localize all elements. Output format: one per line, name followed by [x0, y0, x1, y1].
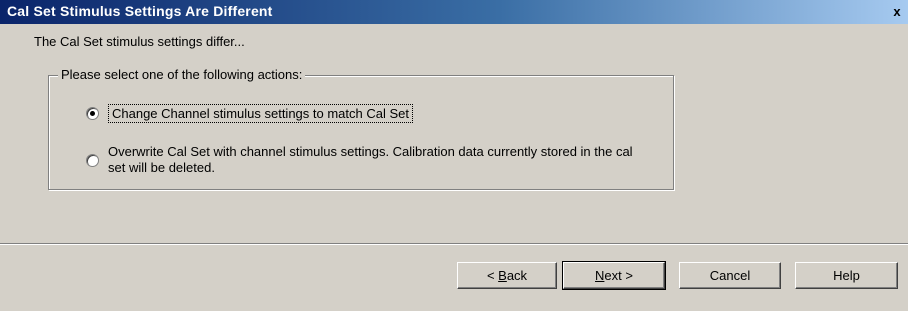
dialog-title: Cal Set Stimulus Settings Are Different [7, 3, 273, 19]
back-rest: ack [506, 268, 528, 283]
radio-overwrite-cal-set[interactable] [86, 154, 99, 167]
radio-change-channel[interactable] [86, 107, 99, 120]
next-mnemonic: N [595, 268, 605, 283]
back-mnemonic: B [498, 268, 507, 283]
cal-set-dialog: Cal Set Stimulus Settings Are Different … [0, 0, 908, 311]
cancel-button[interactable]: Cancel [679, 262, 781, 289]
title-bar[interactable]: Cal Set Stimulus Settings Are Different … [0, 0, 908, 24]
back-prefix: < [486, 268, 499, 283]
option-change-channel[interactable]: Change Channel stimulus settings to matc… [86, 104, 413, 123]
option-overwrite-cal-set[interactable]: Overwrite Cal Set with channel stimulus … [86, 144, 648, 176]
next-rest: ext > [604, 268, 633, 283]
intro-text: The Cal Set stimulus settings differ... [34, 34, 245, 49]
actions-group-legend: Please select one of the following actio… [58, 67, 306, 82]
radio-selected-dot [90, 111, 95, 116]
help-button[interactable]: Help [795, 262, 898, 289]
next-button[interactable]: Next > [562, 261, 666, 290]
option-overwrite-cal-set-label[interactable]: Overwrite Cal Set with channel stimulus … [108, 144, 648, 176]
button-separator [0, 243, 908, 245]
option-change-channel-label[interactable]: Change Channel stimulus settings to matc… [108, 104, 413, 123]
back-button[interactable]: < Back [457, 262, 557, 289]
close-icon[interactable]: x [889, 4, 905, 20]
